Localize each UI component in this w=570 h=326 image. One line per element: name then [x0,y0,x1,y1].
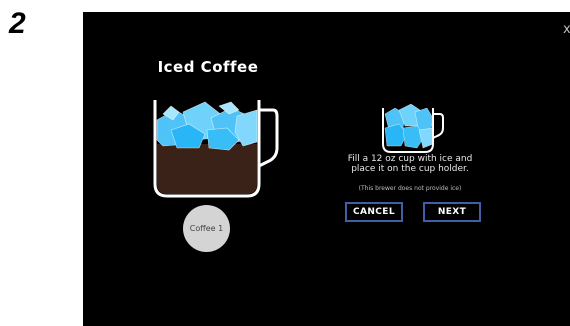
instruction-line-2: place it on the cup holder. [351,164,469,174]
instruction-line-1: Fill a 12 oz cup with ice and [347,154,473,164]
next-button[interactable]: NEXT [423,202,481,222]
ice-cup-icon [382,103,444,153]
cancel-button[interactable]: CANCEL [345,202,403,222]
instruction-text: Fill a 12 oz cup with ice and place it o… [315,154,505,174]
size-coffee-1-button[interactable]: Coffee 1 [183,205,230,252]
ice-note: (This brewer does not provide ice) [358,185,462,192]
step-number: 2 [9,7,26,40]
close-icon[interactable]: x [563,23,570,37]
iced-coffee-mug-icon [153,100,279,198]
drink-title: Iced Coffee [157,58,259,76]
brewer-touch-screen: x Iced Coffee Coffee 1 Fill a 12 oz cup … [83,12,570,326]
